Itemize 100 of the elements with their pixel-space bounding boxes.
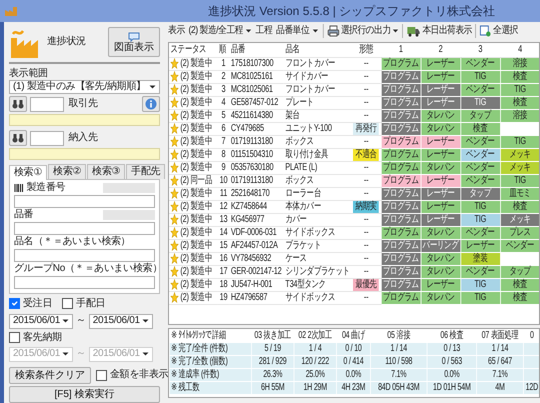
process-step[interactable]: レーザー xyxy=(420,83,460,96)
process-step[interactable]: レーザー xyxy=(420,187,460,200)
process-step[interactable]: TIG xyxy=(460,96,500,109)
toolbar-button[interactable]: 選択行の出力 xyxy=(326,25,400,37)
name-field[interactable] xyxy=(9,148,160,160)
process-step[interactable]: プログラム xyxy=(380,83,421,96)
input-field[interactable] xyxy=(14,276,155,289)
process-step[interactable]: 溶接 xyxy=(500,109,539,122)
name-field[interactable] xyxy=(9,114,160,126)
process-step[interactable]: レーザー xyxy=(420,213,460,226)
checkbox[interactable] xyxy=(62,298,74,310)
process-step[interactable]: ベンダー xyxy=(500,239,539,252)
column-header[interactable]: 1 xyxy=(380,43,421,57)
process-step[interactable]: タレパン xyxy=(420,226,460,239)
input-field[interactable] xyxy=(14,248,155,262)
process-step[interactable]: メッキ xyxy=(500,213,539,226)
process-step[interactable]: TIG xyxy=(460,200,500,213)
process-step[interactable]: プログラム xyxy=(380,252,421,265)
process-step[interactable]: プログラム xyxy=(380,161,421,174)
process-step[interactable]: TIG xyxy=(500,83,539,96)
process-step[interactable]: プログラム xyxy=(380,57,421,70)
process-step[interactable]: 検査 xyxy=(500,200,539,213)
process-step[interactable]: TIG xyxy=(500,135,539,148)
column-header[interactable]: 4 xyxy=(500,43,539,57)
process-step[interactable]: プログラム xyxy=(380,291,421,304)
process-step[interactable]: プログラム xyxy=(380,109,421,122)
process-step[interactable]: 検査 xyxy=(500,96,539,109)
drawing-view-button[interactable]: 図面表示 xyxy=(108,27,160,57)
column-header[interactable]: ステータス xyxy=(169,43,218,57)
process-step[interactable]: レーザー xyxy=(420,148,460,161)
checkbox[interactable] xyxy=(96,370,107,381)
process-step[interactable]: ベンダー xyxy=(460,265,500,278)
process-step[interactable]: レーザー xyxy=(420,70,460,83)
process-step[interactable]: レーザー xyxy=(420,135,460,148)
lookup-button[interactable] xyxy=(9,130,27,146)
process-step[interactable]: プログラム xyxy=(380,174,421,187)
process-step[interactable]: プログラム xyxy=(380,187,421,200)
process-step[interactable]: ベンダー xyxy=(460,135,500,148)
column-header[interactable]: 2 xyxy=(420,43,460,57)
process-step[interactable]: タップ xyxy=(500,265,539,278)
process-step[interactable]: ベンダー xyxy=(460,83,500,96)
search-button[interactable]: [F5] 検索実行 xyxy=(9,386,160,403)
checkbox[interactable] xyxy=(9,332,20,344)
search-tab[interactable]: 手配先 xyxy=(126,164,166,179)
process-step[interactable]: タップ xyxy=(460,187,500,200)
search-tab[interactable]: 検索③ xyxy=(87,164,126,179)
process-step[interactable]: TIG xyxy=(460,278,500,291)
input-field[interactable] xyxy=(14,222,155,235)
process-step[interactable]: バーリング xyxy=(420,239,460,252)
process-step[interactable]: プレス xyxy=(500,226,539,239)
process-step[interactable]: プログラム xyxy=(380,239,421,252)
process-step[interactable]: TIG xyxy=(460,291,500,304)
process-step[interactable]: TIG xyxy=(500,174,539,187)
process-step[interactable]: ベンダー xyxy=(460,161,500,174)
column-header[interactable]: 品番 xyxy=(229,43,284,57)
process-step[interactable]: タレパン xyxy=(420,252,460,265)
process-step[interactable]: タレパン xyxy=(420,291,460,304)
column-header[interactable]: 順 xyxy=(218,43,230,57)
process-step[interactable]: TIG xyxy=(460,70,500,83)
process-step[interactable]: プログラム xyxy=(380,265,421,278)
process-step[interactable]: 検査 xyxy=(500,278,539,291)
process-step[interactable]: ベンダー xyxy=(460,57,500,70)
process-step[interactable]: タレパン xyxy=(420,109,460,122)
column-header[interactable]: 形態 xyxy=(352,43,381,57)
date-field[interactable]: 2015/06/01 xyxy=(9,314,73,329)
process-step[interactable]: プログラム xyxy=(380,148,421,161)
process-step[interactable]: 検査 xyxy=(460,122,500,135)
checkbox[interactable] xyxy=(9,298,20,310)
process-step[interactable]: プログラム xyxy=(380,96,421,109)
info-button[interactable] xyxy=(142,96,160,112)
process-step[interactable]: タレパン xyxy=(420,161,460,174)
process-step[interactable]: 溶接 xyxy=(500,57,539,70)
search-tab[interactable]: 検索② xyxy=(48,164,86,179)
process-step[interactable]: プログラム xyxy=(380,135,421,148)
process-step[interactable]: TIG xyxy=(460,213,500,226)
process-step[interactable]: タレパン xyxy=(420,122,460,135)
process-step[interactable]: レーザー xyxy=(420,278,460,291)
process-step[interactable]: プログラム xyxy=(380,122,421,135)
process-step[interactable]: 皿モミ xyxy=(500,187,539,200)
search-tab[interactable]: 検索① xyxy=(9,164,48,180)
process-step[interactable]: レーザー xyxy=(420,96,460,109)
process-step[interactable]: メッキ xyxy=(500,161,539,174)
date-field[interactable]: 2015/06/01 xyxy=(88,314,153,329)
code-field[interactable] xyxy=(30,96,64,112)
process-step[interactable]: プログラム xyxy=(380,226,421,239)
lookup-button[interactable] xyxy=(9,96,27,112)
process-step[interactable]: タレパン xyxy=(420,265,460,278)
process-step[interactable]: 検査 xyxy=(500,70,539,83)
process-step[interactable]: プログラム xyxy=(380,278,421,291)
toolbar-button[interactable]: 全選択 xyxy=(478,25,519,37)
code-field[interactable] xyxy=(30,130,64,146)
process-select[interactable]: 品番単位 xyxy=(274,25,320,37)
display-select[interactable]: (2) 製造/全工程 xyxy=(186,25,254,37)
process-step[interactable]: 検査 xyxy=(500,291,539,304)
toolbar-button[interactable]: 本日出荷表示 xyxy=(406,25,473,37)
column-header[interactable]: 3 xyxy=(460,43,500,57)
input-field[interactable] xyxy=(14,194,155,208)
process-step[interactable]: レーザー xyxy=(460,239,500,252)
process-step[interactable]: レーザー xyxy=(420,200,460,213)
process-step[interactable]: メッキ xyxy=(500,148,539,161)
